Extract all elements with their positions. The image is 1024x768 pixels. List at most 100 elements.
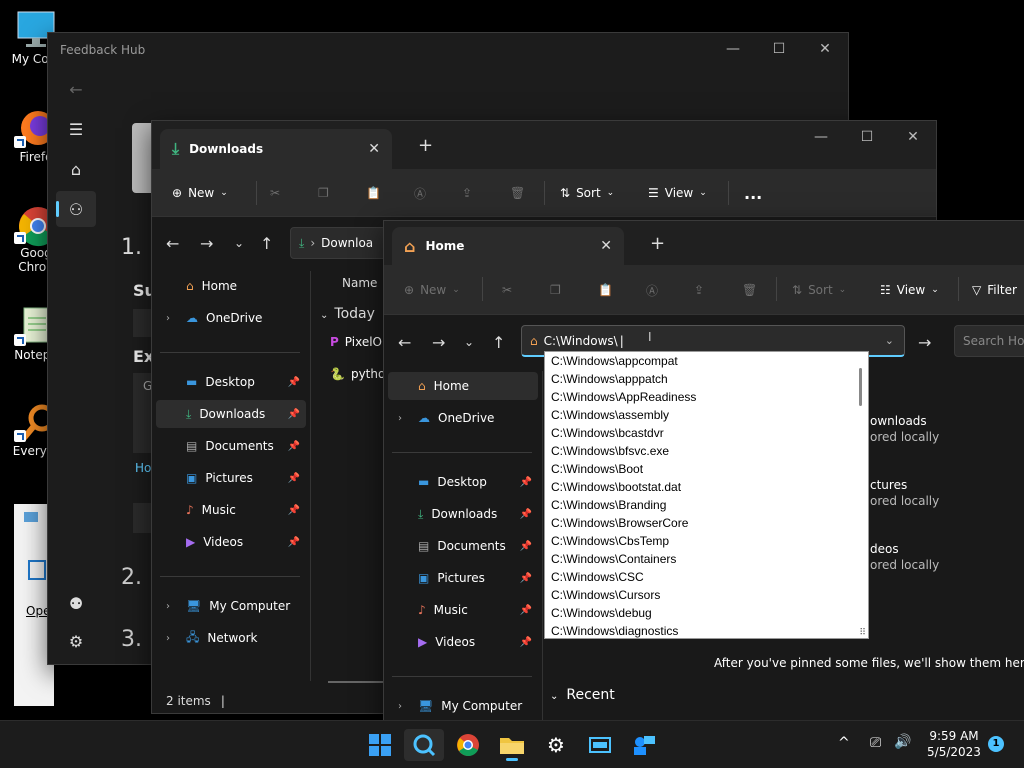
notification-badge[interactable]: 1 (988, 736, 1004, 752)
taskbar-file-explorer[interactable] (492, 729, 532, 761)
summary-input[interactable] (133, 309, 153, 337)
sidebar-item-pictures[interactable]: ▣ Pictures 📌 (388, 564, 538, 592)
autocomplete-item[interactable]: C:\Windows\CSC (545, 568, 868, 586)
more-options-icon[interactable]: ... (744, 181, 762, 205)
help-link[interactable]: Ho (135, 461, 151, 475)
explain-input[interactable]: G (133, 373, 153, 453)
sidebar-item-music[interactable]: ♪ Music 📌 (388, 596, 538, 624)
up-arrow-icon[interactable]: ↑ (492, 333, 505, 352)
paste-icon[interactable]: 📋 (366, 181, 381, 205)
back-icon[interactable]: ← (56, 71, 96, 107)
quick-access-item[interactable]: deos ored locally (870, 541, 939, 573)
sidebar-item-my-computer[interactable]: › 🖥 My Computer (388, 692, 538, 720)
sidebar-item-onedrive[interactable]: › ☁ OneDrive (156, 304, 306, 332)
new-button[interactable]: ⊕ New ⌄ (172, 181, 228, 205)
file-row[interactable]: 🐍 pythor (330, 367, 390, 381)
autocomplete-item[interactable]: C:\Windows\Branding (545, 496, 868, 514)
back-arrow-icon[interactable]: ← (166, 234, 179, 253)
view-button[interactable]: ☷ View ⌄ (880, 278, 939, 302)
maximize-button[interactable]: ☐ (844, 121, 890, 153)
cut-icon[interactable]: ✂ (270, 181, 280, 205)
group-header-today[interactable]: ⌄ Today (320, 306, 375, 322)
sidebar-item-videos[interactable]: ▶ Videos 📌 (388, 628, 538, 656)
minimize-button[interactable]: — (710, 33, 756, 65)
sidebar-item-home[interactable]: ⌂ Home (388, 372, 538, 400)
sidebar-item-downloads[interactable]: ⤓ Downloads 📌 (156, 400, 306, 428)
forward-arrow-icon[interactable]: → (432, 333, 445, 352)
taskbar-chrome[interactable] (448, 729, 488, 761)
show-hidden-icons-chevron[interactable]: ^ (838, 735, 850, 751)
sidebar-item-videos[interactable]: ▶ Videos 📌 (156, 528, 306, 556)
button-fragment[interactable] (133, 503, 153, 533)
expand-chevron-icon[interactable]: › (398, 413, 402, 424)
rename-icon[interactable]: Ⓐ (646, 278, 658, 302)
close-button[interactable]: ✕ (802, 33, 848, 65)
settings-gear-icon[interactable]: ⚙ (56, 623, 96, 659)
autocomplete-item[interactable]: C:\Windows\bootstat.dat (545, 478, 868, 496)
delete-icon[interactable]: 🗑 (510, 181, 525, 205)
home-icon[interactable]: ⌂ (56, 151, 96, 187)
feedback-icon[interactable]: ⚇ (56, 191, 96, 227)
view-button[interactable]: ☰ View ⌄ (648, 181, 707, 205)
expand-chevron-icon[interactable]: › (166, 601, 170, 612)
autocomplete-item[interactable]: C:\Windows\debug (545, 604, 868, 622)
file-row[interactable]: P PixelO (330, 335, 382, 349)
sidebar-item-desktop[interactable]: ▬ Desktop 📌 (388, 468, 538, 496)
recent-locations-icon[interactable]: ⌄ (464, 335, 474, 349)
horizontal-scrollbar[interactable] (328, 681, 388, 683)
sidebar-item-my-computer[interactable]: › 🖥 My Computer (156, 592, 306, 620)
sidebar-item-desktop[interactable]: ▬ Desktop 📌 (156, 368, 306, 396)
sidebar-item-network[interactable]: › 🖧 Network (156, 624, 306, 652)
hamburger-menu-icon[interactable]: ☰ (56, 111, 96, 147)
paste-icon[interactable]: 📋 (598, 278, 613, 302)
start-button[interactable] (360, 729, 400, 761)
tab-downloads[interactable]: ⤓ Downloads ✕ (160, 129, 392, 169)
expand-chevron-icon[interactable]: › (166, 633, 170, 644)
sort-button[interactable]: ⇅ Sort ⌄ (792, 278, 846, 302)
recent-locations-icon[interactable]: ⌄ (234, 236, 244, 250)
share-icon[interactable]: ⇪ (462, 181, 472, 205)
autocomplete-item[interactable]: C:\Windows\appcompat (545, 352, 868, 370)
column-header-name[interactable]: Name (342, 276, 377, 290)
autocomplete-item[interactable]: C:\Windows\assembly (545, 406, 868, 424)
copy-icon[interactable]: ❐ (318, 181, 329, 205)
cut-icon[interactable]: ✂ (502, 278, 512, 302)
rename-icon[interactable]: Ⓐ (414, 181, 426, 205)
maximize-button[interactable]: ☐ (756, 33, 802, 65)
close-tab-icon[interactable]: ✕ (600, 238, 612, 254)
quick-access-item[interactable]: ownloads ored locally (870, 413, 939, 445)
search-button[interactable] (404, 729, 444, 761)
scrollbar-thumb[interactable] (859, 368, 862, 406)
autocomplete-item[interactable]: C:\Windows\CbsTemp (545, 532, 868, 550)
share-icon[interactable]: ⇪ (694, 278, 704, 302)
sidebar-item-pictures[interactable]: ▣ Pictures 📌 (156, 464, 306, 492)
delete-icon[interactable]: 🗑 (742, 278, 757, 302)
autocomplete-item[interactable]: C:\Windows\Containers (545, 550, 868, 568)
autocomplete-item[interactable]: C:\Windows\apppatch (545, 370, 868, 388)
autocomplete-item[interactable]: C:\Windows\Cursors (545, 586, 868, 604)
sidebar-item-documents[interactable]: ▤ Documents 📌 (388, 532, 538, 560)
recent-section-header[interactable]: ⌄ Recent (550, 687, 615, 703)
taskbar-feedback-hub[interactable] (624, 729, 664, 761)
autocomplete-item[interactable]: C:\Windows\AppReadiness (545, 388, 868, 406)
new-tab-icon[interactable]: + (650, 233, 665, 254)
minimize-button[interactable]: — (798, 121, 844, 153)
expand-chevron-icon[interactable]: › (166, 313, 170, 324)
sidebar-item-music[interactable]: ♪ Music 📌 (156, 496, 306, 524)
sidebar-item-home[interactable]: ⌂ Home (156, 272, 306, 300)
sidebar-item-onedrive[interactable]: › ☁ OneDrive (388, 404, 538, 432)
taskbar-control-panel[interactable]: ⚙ (536, 729, 576, 761)
chevron-down-icon[interactable]: ⌄ (885, 334, 894, 347)
back-arrow-icon[interactable]: ← (398, 333, 411, 352)
autocomplete-item[interactable]: C:\Windows\Boot (545, 460, 868, 478)
autocomplete-item[interactable]: C:\Windows\bfsvc.exe (545, 442, 868, 460)
sort-button[interactable]: ⇅ Sort ⌄ (560, 181, 614, 205)
new-tab-icon[interactable]: + (418, 135, 433, 156)
copy-icon[interactable]: ❐ (550, 278, 561, 302)
address-autocomplete-list[interactable]: C:\Windows\appcompat C:\Windows\apppatch… (544, 351, 869, 639)
taskbar-app[interactable] (580, 729, 620, 761)
account-icon[interactable]: ⚉ (56, 585, 96, 621)
expand-chevron-icon[interactable]: › (398, 701, 402, 712)
volume-icon[interactable]: 🔊 (894, 734, 911, 750)
autocomplete-item[interactable]: C:\Windows\BrowserCore (545, 514, 868, 532)
